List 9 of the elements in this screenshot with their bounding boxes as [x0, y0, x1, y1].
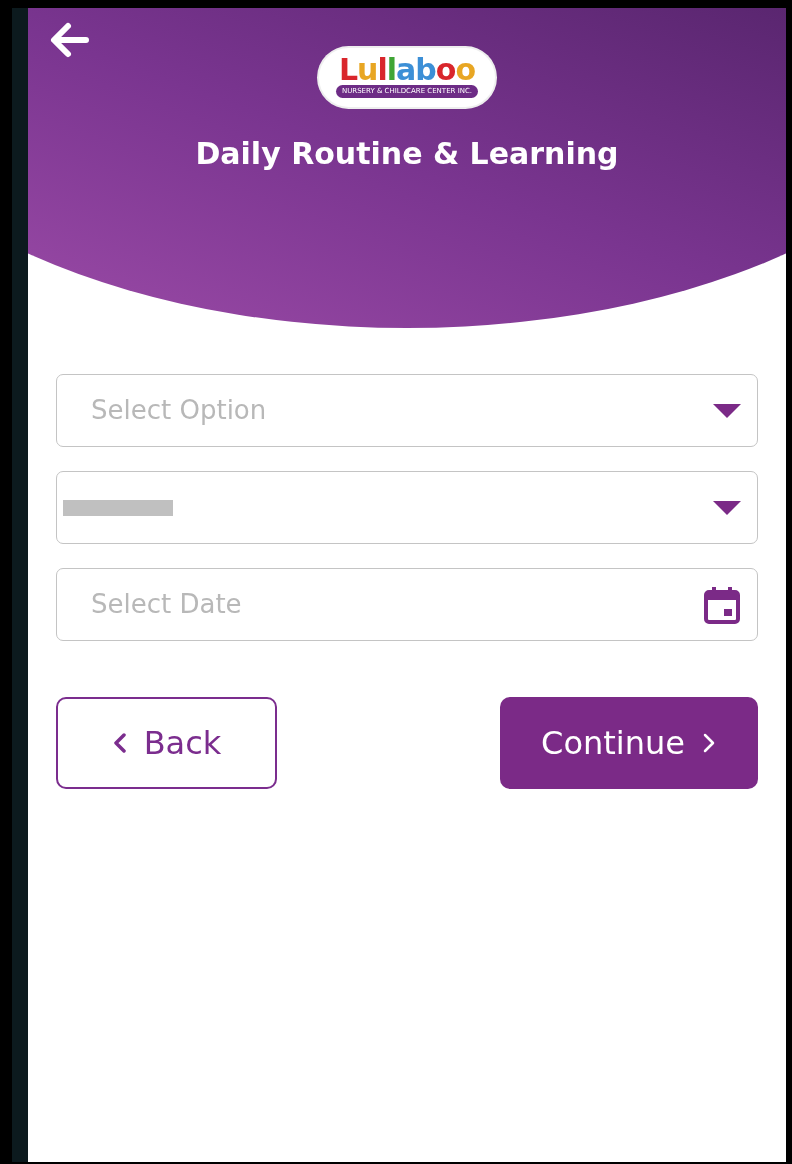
dropdown-caret-icon — [713, 500, 741, 515]
chevron-icon — [111, 733, 128, 753]
back-button[interactable]: Back — [56, 697, 277, 789]
logo-name: Lullaboo — [338, 55, 475, 85]
continue-button[interactable]: Continue — [500, 697, 758, 789]
calendar-icon — [703, 585, 741, 624]
dropdown-caret-icon — [713, 403, 741, 418]
page-title: Daily Routine & Learning — [194, 134, 620, 173]
dropdown-field[interactable] — [56, 471, 758, 544]
